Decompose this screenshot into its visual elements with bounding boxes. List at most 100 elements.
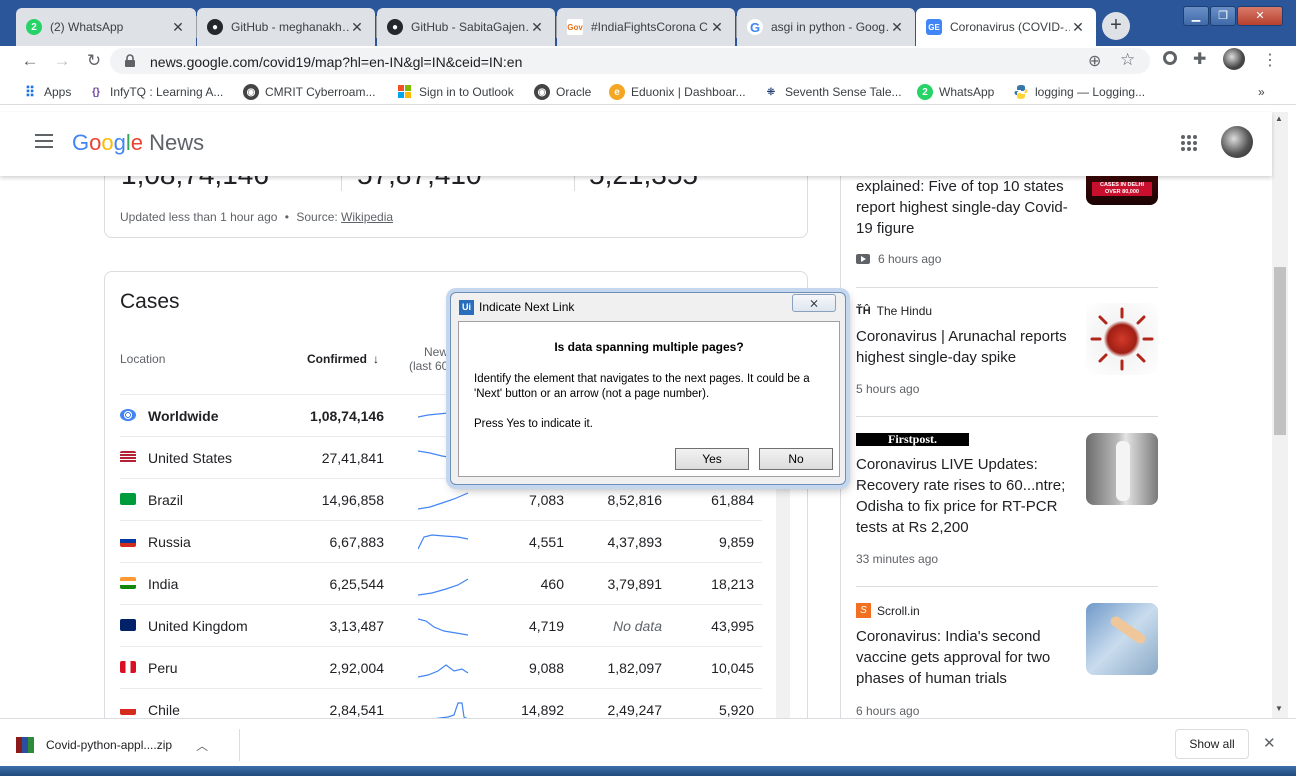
news-headline-1[interactable]: explained: Five of top 10 states report … (856, 176, 1068, 239)
location-name: Chile (148, 702, 180, 718)
total-deaths: 5,21,355 (589, 176, 698, 191)
chevron-up-icon[interactable]: ︿ (196, 737, 208, 754)
close-downloads-icon[interactable]: ✕ (1263, 734, 1276, 752)
news-headline-3[interactable]: Coronavirus LIVE Updates: Recovery rate … (856, 454, 1065, 538)
tab-india-fights-corona[interactable]: Gov #IndiaFightsCorona C… ✕ (557, 8, 735, 46)
bookmark-outlook[interactable]: Sign in to Outlook (397, 83, 514, 101)
account-avatar[interactable] (1221, 126, 1253, 158)
tab-coronavirus-active[interactable]: GE Coronavirus (COVID-… ✕ (916, 8, 1096, 46)
location-name: United Kingdom (148, 618, 248, 634)
news-source-scroll[interactable]: S Scroll.in (856, 603, 920, 618)
headline-line: highest single-day spike (856, 349, 1017, 366)
close-tab-icon[interactable]: ✕ (349, 19, 365, 36)
trend-sparkline (418, 578, 469, 596)
google-news-header: Google News (0, 112, 1272, 176)
forward-button[interactable]: → (52, 51, 72, 71)
bookmark-eduonix[interactable]: e Eduonix | Dashboar... (609, 83, 746, 101)
close-tab-icon[interactable]: ✕ (889, 19, 905, 36)
cases-title: Cases (120, 290, 180, 313)
location-name: Brazil (148, 492, 184, 508)
trend-sparkline (418, 618, 469, 636)
close-tab-icon[interactable]: ✕ (170, 19, 186, 36)
dialog-close-button[interactable]: ⨯ (792, 294, 836, 312)
bookmark-cmrit[interactable]: ◉ CMRIT Cyberroam... (243, 83, 375, 101)
table-row[interactable]: India 6,25,544 460 3,79,891 18,213 (120, 563, 762, 605)
address-bar[interactable]: news.google.com/covid19/map?hl=en-IN&gl=… (110, 48, 1150, 74)
yes-button[interactable]: Yes (675, 448, 749, 470)
window-close-button[interactable]: ✕ (1237, 6, 1283, 26)
close-tab-icon[interactable]: ✕ (529, 19, 545, 36)
add-icon[interactable]: ⊕ (1088, 51, 1101, 71)
tab-whatsapp[interactable]: 2 (2) WhatsApp ✕ (16, 8, 196, 46)
scroll-down-arrow-icon[interactable]: ▼ (1275, 704, 1283, 713)
table-row[interactable]: Chile 2,84,541 14,892 2,49,247 5,920 (120, 689, 762, 718)
bookmark-infytq[interactable]: {} InfyTQ : Learning A... (88, 83, 223, 101)
minimize-button[interactable]: ▁ (1183, 6, 1209, 26)
news-thumbnail-4[interactable] (1086, 603, 1158, 675)
table-row[interactable]: Russia 6,67,883 4,551 4,37,893 9,859 (120, 521, 762, 563)
page-scrollbar[interactable]: ▲ ▼ (1272, 112, 1288, 718)
tab-github-2[interactable]: ● GitHub - SabitaGajen… ✕ (377, 8, 555, 46)
new-tab-button[interactable]: + (1102, 12, 1130, 40)
wikipedia-link[interactable]: Wikipedia (341, 210, 393, 224)
seventh-sense-icon: ⁜ (766, 86, 776, 98)
news-time-2: 5 hours ago (856, 382, 920, 396)
location-name: United States (148, 450, 233, 466)
tab-label: GitHub - meghanakh… (231, 20, 349, 34)
back-button[interactable]: ← (20, 51, 40, 71)
google-news-logo[interactable]: Google News (72, 130, 204, 156)
bookmarks-overflow-button[interactable]: » (1258, 83, 1265, 101)
news-headline-4[interactable]: Coronavirus: India's second vaccine gets… (856, 626, 1050, 689)
news-thumbnail-3[interactable] (1086, 433, 1158, 505)
column-confirmed[interactable]: Confirmed ↓ (307, 352, 379, 366)
confirmed-value: 1,08,74,146 (310, 408, 384, 424)
news-thumbnail-1[interactable]: CASES IN DELHI OVER 80,000 (1086, 176, 1158, 205)
bookmark-star-icon[interactable]: ☆ (1120, 50, 1135, 70)
profile-avatar[interactable] (1223, 48, 1245, 70)
headline-line: Coronavirus: India's second (856, 628, 1041, 645)
browser-menu-icon[interactable]: ⋮ (1262, 50, 1278, 70)
google-apps-icon[interactable] (1180, 134, 1198, 152)
zip-archive-icon (16, 737, 34, 753)
bookmark-whatsapp[interactable]: 2 WhatsApp (917, 83, 994, 101)
globe-icon: ◉ (243, 84, 259, 100)
source-name: Scroll.in (877, 603, 920, 618)
no-button[interactable]: No (759, 448, 833, 470)
bookmark-label: logging — Logging... (1035, 85, 1146, 99)
show-all-button[interactable]: Show all (1175, 729, 1249, 759)
extension-circle-icon[interactable] (1163, 51, 1177, 65)
news-source-firstpost[interactable]: Firstpost. (856, 432, 969, 446)
hamburger-menu-icon[interactable] (35, 134, 53, 148)
news-headline-2[interactable]: Coronavirus | Arunachal reports highest … (856, 326, 1067, 368)
extensions-puzzle-icon[interactable]: ✚ (1193, 49, 1206, 69)
bookmark-label: WhatsApp (939, 85, 995, 99)
reload-button[interactable]: ↻ (84, 51, 104, 71)
confirmed-value: 6,67,883 (329, 534, 385, 550)
news-thumbnail-2[interactable] (1086, 303, 1158, 375)
maximize-button[interactable]: ❐ (1210, 6, 1236, 26)
download-item[interactable]: Covid-python-appl....zip ︿ (10, 729, 240, 761)
uipath-icon: Ui (459, 300, 474, 315)
bookmark-label: CMRIT Cyberroam... (265, 85, 376, 99)
confirmed-value: 2,84,541 (329, 702, 385, 718)
bookmark-logging[interactable]: logging — Logging... (1013, 83, 1145, 101)
bookmark-oracle[interactable]: ◉ Oracle (534, 83, 591, 101)
table-row[interactable]: Brazil 14,96,858 7,083 8,52,816 61,884 (120, 479, 762, 521)
table-row[interactable]: United Kingdom 3,13,487 4,719 No data 43,995 (120, 605, 762, 647)
updated-text: Updated less than 1 hour ago (120, 210, 278, 224)
scroll-up-arrow-icon[interactable]: ▲ (1275, 114, 1283, 123)
news-source-1[interactable]: ŤĤ The Hindu (856, 304, 932, 318)
close-tab-icon[interactable]: ✕ (1070, 19, 1086, 36)
microsoft-icon (397, 84, 413, 100)
recovered-value: 4,37,893 (607, 534, 663, 550)
bookmark-apps[interactable]: ⠿ Apps (22, 83, 72, 101)
bookmark-seventh-sense[interactable]: ⁜ Seventh Sense Tale... (763, 83, 902, 101)
scrollbar-thumb[interactable] (1274, 267, 1286, 435)
close-tab-icon[interactable]: ✕ (709, 19, 725, 36)
tab-google-search[interactable]: G asgi in python - Goog… ✕ (737, 8, 915, 46)
new-cases-value: 9,088 (528, 660, 564, 676)
tab-github-1[interactable]: ● GitHub - meghanakh… ✕ (197, 8, 375, 46)
github-icon: ● (387, 19, 403, 35)
table-row[interactable]: Peru 2,92,004 9,088 1,82,097 10,045 (120, 647, 762, 689)
sort-arrow-down-icon: ↓ (373, 352, 379, 366)
